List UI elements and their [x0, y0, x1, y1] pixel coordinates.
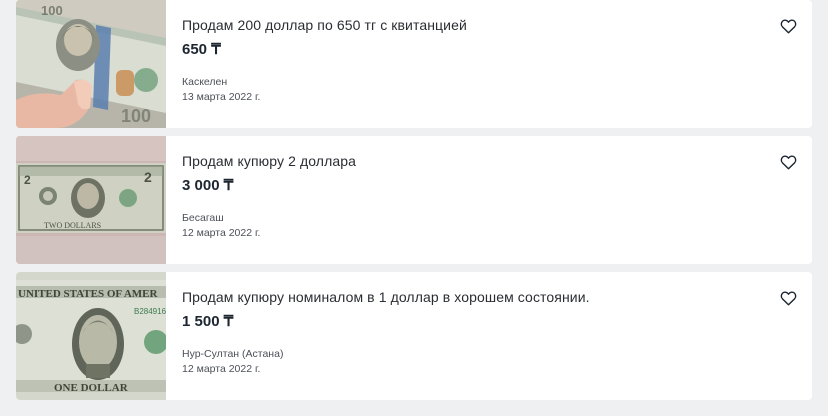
listing-info: Продам купюру 2 доллара 3 000 ₸ Бесагаш …: [166, 136, 812, 264]
listing-photo[interactable]: 2 2 TWO DOLLARS: [16, 136, 166, 264]
svg-text:B2849166: B2849166: [134, 307, 166, 316]
favorite-button[interactable]: [778, 152, 798, 172]
listing-info: Продам купюру номиналом в 1 доллар в хор…: [166, 272, 812, 400]
listing-title[interactable]: Продам купюру номиналом в 1 доллар в хор…: [182, 289, 590, 305]
svg-text:ONE DOLLAR: ONE DOLLAR: [54, 382, 129, 394]
listing-city: Каскелен: [182, 76, 228, 88]
listing-date: 13 марта 2022 г.: [182, 91, 261, 103]
listing-title[interactable]: Продам купюру 2 доллара: [182, 153, 356, 169]
listing-card[interactable]: 100 100 Продам 200 доллар по 650 тг с кв…: [16, 0, 812, 128]
svg-text:UNITED STATES OF AMER: UNITED STATES OF AMER: [18, 288, 159, 300]
favorite-button[interactable]: [778, 288, 798, 308]
heart-outline-icon: [780, 19, 796, 34]
svg-text:TWO DOLLARS: TWO DOLLARS: [44, 221, 101, 230]
svg-text:2: 2: [144, 169, 152, 185]
listing-date: 12 марта 2022 г.: [182, 363, 261, 375]
svg-text:100: 100: [41, 3, 63, 18]
one-dollar-bill-photo: UNITED STATES OF AMER B2849166 ONE DOLLA…: [16, 272, 166, 400]
listing-city: Бесагаш: [182, 212, 224, 224]
favorite-button[interactable]: [778, 16, 798, 36]
hundred-dollar-bill-photo: 100 100: [16, 0, 166, 128]
svg-text:2: 2: [24, 173, 31, 187]
heart-outline-icon: [780, 155, 796, 170]
listing-price: 1 500 ₸: [182, 313, 234, 330]
listing-card[interactable]: 2 2 TWO DOLLARS Продам купюру 2 доллара …: [16, 136, 812, 264]
listing-price: 3 000 ₸: [182, 177, 234, 194]
listing-card[interactable]: UNITED STATES OF AMER B2849166 ONE DOLLA…: [16, 272, 812, 400]
listing-title[interactable]: Продам 200 доллар по 650 тг с квитанцией: [182, 17, 467, 33]
svg-text:100: 100: [121, 106, 151, 126]
listing-info: Продам 200 доллар по 650 тг с квитанцией…: [166, 0, 812, 128]
listing-photo[interactable]: UNITED STATES OF AMER B2849166 ONE DOLLA…: [16, 272, 166, 400]
heart-outline-icon: [780, 291, 796, 306]
listing-date: 12 марта 2022 г.: [182, 227, 261, 239]
listing-city: Нур-Султан (Астана): [182, 348, 284, 360]
listing-price: 650 ₸: [182, 41, 221, 58]
two-dollar-bill-photo: 2 2 TWO DOLLARS: [16, 136, 166, 264]
listing-photo[interactable]: 100 100: [16, 0, 166, 128]
